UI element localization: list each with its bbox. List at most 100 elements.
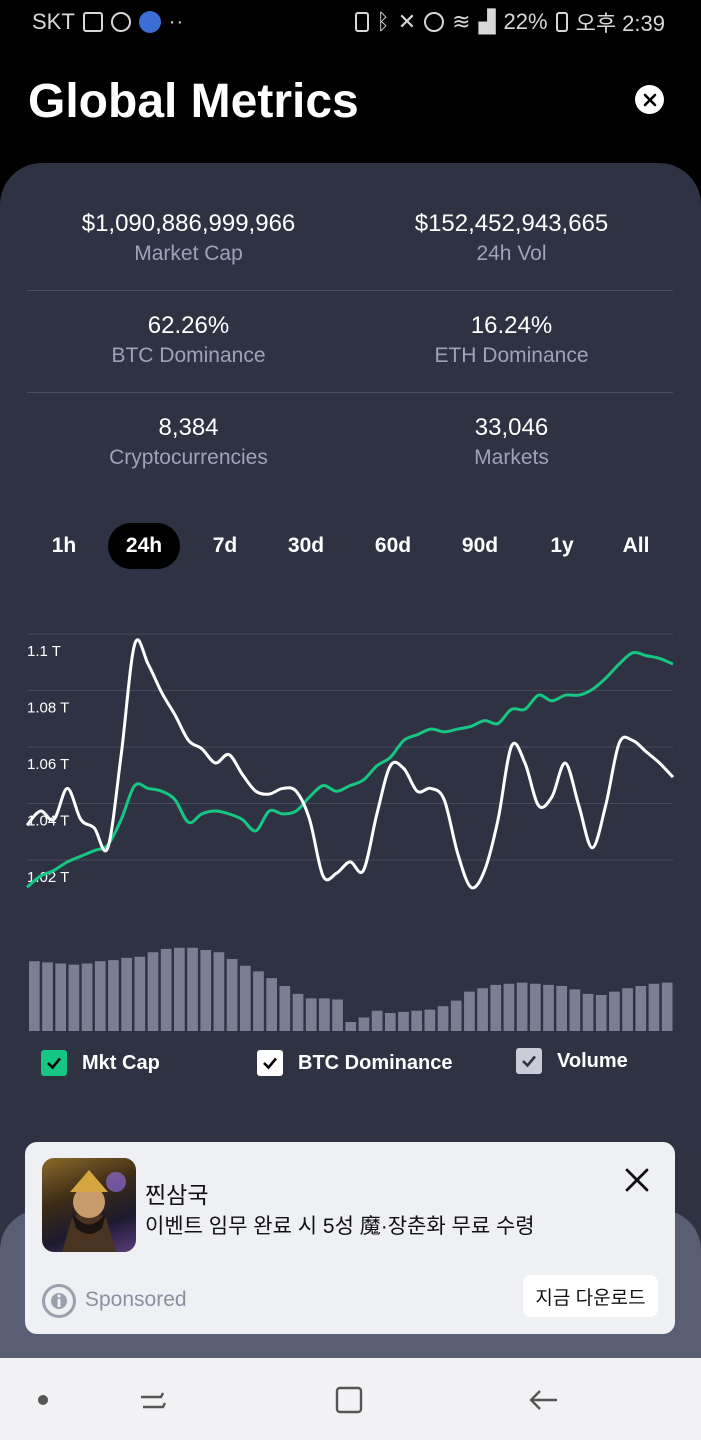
- volume-bar: [582, 993, 594, 1031]
- volume-bar: [503, 983, 515, 1031]
- checkbox-btc-dominance[interactable]: [257, 1050, 283, 1076]
- volume-bar: [292, 993, 304, 1031]
- metric-label: 24h Vol: [476, 242, 547, 265]
- back-icon[interactable]: [524, 1380, 564, 1420]
- ad-thumbnail-image[interactable]: [42, 1158, 136, 1252]
- metric-value: 62.26%: [147, 312, 230, 339]
- volume-bar: [187, 947, 198, 1031]
- metric-row: $1,090,886,999,966 Market Cap $152,452,9…: [27, 163, 673, 291]
- volume-bar: [253, 971, 264, 1031]
- status-right: ᛒ ✕ ≋ ▟ 22% 오후 2:39: [354, 6, 665, 38]
- close-icon: [643, 93, 656, 106]
- metric-markets: 33,046 Markets: [350, 393, 673, 495]
- checkmark-icon: [522, 1055, 536, 1068]
- volume-bar: [635, 986, 647, 1031]
- sponsored-info-icon[interactable]: [42, 1284, 76, 1318]
- volume-bar: [595, 995, 607, 1031]
- checkbox-volume[interactable]: [516, 1048, 542, 1074]
- ad-title: 찐삼국: [145, 1182, 209, 1208]
- more-dots-icon: ··: [168, 10, 185, 33]
- series-line-mkt-cap: [25, 638, 675, 890]
- page-title: Global Metrics: [28, 75, 359, 128]
- tab-60d[interactable]: 60d: [366, 523, 420, 569]
- volume-bar: [226, 959, 238, 1031]
- close-button[interactable]: [635, 85, 664, 114]
- checkmark-icon: [47, 1057, 61, 1070]
- carrier-label: SKT: [32, 9, 75, 34]
- volume-bar: [81, 963, 93, 1031]
- volume-bar: [648, 983, 660, 1031]
- time-range-tabs: 1h 24h 7d 30d 60d 90d 1y All: [27, 523, 673, 569]
- download-now-button[interactable]: 지금 다운로드: [523, 1275, 658, 1317]
- volume-bar: [68, 964, 80, 1031]
- tab-all[interactable]: All: [615, 523, 657, 569]
- volume-bar: [384, 1013, 396, 1031]
- shield-icon: [110, 12, 131, 32]
- volume-bar: [29, 961, 40, 1031]
- metric-row: 62.26% BTC Dominance 16.24% ETH Dominanc…: [27, 291, 673, 393]
- tab-30d[interactable]: 30d: [279, 523, 333, 569]
- ad-close-icon[interactable]: [623, 1166, 651, 1194]
- recent-apps-icon[interactable]: [133, 1380, 173, 1420]
- volume-bar: [147, 952, 159, 1031]
- volume-bar: [529, 983, 541, 1031]
- volume-bar: [174, 947, 185, 1031]
- metric-label: Markets: [474, 446, 549, 469]
- metrics-grid: $1,090,886,999,966 Market Cap $152,452,9…: [27, 163, 673, 495]
- battery-percent: 22%: [503, 9, 548, 34]
- battery-saver-icon: [354, 12, 369, 32]
- tab-24h[interactable]: 24h: [108, 523, 180, 569]
- chart-legend: Mkt Cap BTC Dominance Volume: [0, 1043, 701, 1083]
- y-tick-label: 1.08 T: [27, 699, 69, 716]
- ad-description: 이벤트 임무 완료 시 5성 魔·장춘화 무료 수령: [145, 1215, 535, 1238]
- dot-icon[interactable]: [23, 1380, 63, 1420]
- volume-bar: [490, 984, 502, 1031]
- metric-btc-dominance: 62.26% BTC Dominance: [27, 291, 350, 392]
- weather-icon: [138, 11, 161, 33]
- volume-bar: [450, 1000, 462, 1031]
- volume-bar: [279, 986, 291, 1031]
- home-icon[interactable]: [328, 1380, 368, 1420]
- volume-bar: [213, 952, 225, 1031]
- checkbox-mkt-cap[interactable]: [41, 1050, 67, 1076]
- tab-7d[interactable]: 7d: [201, 523, 249, 569]
- alarm-icon: [424, 12, 445, 32]
- legend-btc-dominance[interactable]: BTC Dominance: [257, 1043, 452, 1083]
- volume-bar: [319, 998, 330, 1031]
- volume-bar: [609, 991, 620, 1031]
- volume-bar: [94, 961, 106, 1031]
- volume-bar: [266, 978, 277, 1031]
- volume-bar: [398, 1011, 409, 1031]
- tab-1h[interactable]: 1h: [40, 523, 88, 569]
- gallery-icon: [82, 12, 103, 32]
- volume-bar: [556, 986, 568, 1031]
- metric-market-cap: $1,090,886,999,966 Market Cap: [27, 163, 350, 290]
- series-line-btc-dominance: [26, 650, 674, 889]
- wifi-icon: ≋: [452, 9, 471, 34]
- legend-label: BTC Dominance: [298, 1051, 453, 1074]
- legend-volume[interactable]: Volume: [516, 1041, 628, 1081]
- volume-bar: [516, 982, 528, 1031]
- metric-label: Market Cap: [134, 242, 243, 265]
- legend-mkt-cap[interactable]: Mkt Cap: [41, 1043, 160, 1083]
- volume-bar: [200, 950, 212, 1031]
- sponsored-ad-card[interactable]: 찐삼국 이벤트 임무 완료 시 5성 魔·장춘화 무료 수령 Sponsored…: [25, 1142, 675, 1334]
- volume-bar: [358, 1017, 370, 1031]
- metric-value: $152,452,943,665: [414, 210, 609, 237]
- y-tick-label: 1.06 T: [27, 756, 69, 773]
- tab-1y[interactable]: 1y: [541, 523, 583, 569]
- checkmark-icon: [263, 1057, 277, 1070]
- tab-90d[interactable]: 90d: [453, 523, 507, 569]
- volume-bar: [332, 999, 343, 1031]
- metric-eth-dominance: 16.24% ETH Dominance: [350, 291, 673, 392]
- volume-bar: [55, 963, 67, 1031]
- volume-bar: [42, 962, 53, 1031]
- metric-label: Cryptocurrencies: [109, 446, 268, 469]
- volume-bar: [305, 998, 317, 1031]
- clock: 오후 2:39: [575, 11, 665, 36]
- metric-cryptocurrencies: 8,384 Cryptocurrencies: [27, 393, 350, 495]
- metric-value: 33,046: [474, 414, 549, 441]
- metric-value: 16.24%: [470, 312, 553, 339]
- global-metrics-chart: 1.1 T1.08 T1.06 T1.04 T1.02 T: [25, 633, 675, 1031]
- volume-bar: [345, 1022, 357, 1031]
